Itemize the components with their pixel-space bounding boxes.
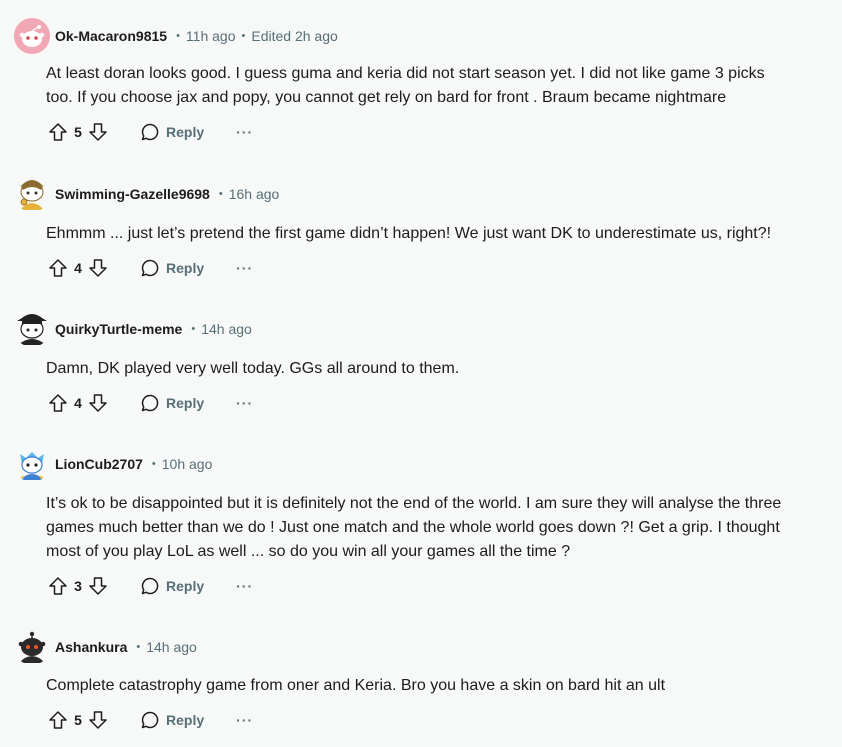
comment-thread: Ok-Macaron9815 • 11h ago • Edited 2h ago… (0, 0, 842, 747)
more-options-button[interactable]: ··· (236, 395, 253, 411)
comment-text-line: Ehmmm ... just let’s pretend the first g… (46, 225, 772, 242)
comment: Ok-Macaron9815 • 11h ago • Edited 2h ago… (0, 18, 842, 153)
more-options-button[interactable]: ··· (236, 578, 253, 594)
downvote-icon[interactable] (88, 576, 108, 596)
comment-body: Ehmmm ... just let’s pretend the first g… (46, 222, 826, 246)
meta-separator: • (151, 458, 156, 470)
comment-actions: 5 Reply ··· (48, 708, 253, 732)
vote-score: 5 (74, 124, 82, 140)
comment-actions: 4 Reply ··· (48, 391, 253, 415)
reply-button[interactable]: Reply (140, 258, 204, 278)
comment-time[interactable]: 14h ago (201, 321, 252, 337)
edited-label: Edited 2h ago (251, 28, 338, 44)
vote-controls: 5 (48, 122, 108, 142)
comment-actions: 4 Reply ··· (48, 256, 253, 280)
comment-meta: Ok-Macaron9815 • 11h ago • Edited 2h ago (14, 18, 338, 54)
more-options-button[interactable]: ··· (236, 260, 253, 276)
vote-controls: 3 (48, 576, 108, 596)
reply-button[interactable]: Reply (140, 122, 204, 142)
meta-separator: • (218, 188, 223, 200)
comment-meta: Ashankura • 14h ago (14, 629, 197, 665)
comment-author[interactable]: Ashankura (55, 639, 127, 655)
reply-label: Reply (166, 578, 205, 594)
comment-author[interactable]: Ok-Macaron9815 (55, 28, 167, 44)
avatar[interactable] (14, 446, 50, 482)
comment-body: It’s ok to be disappointed but it is def… (46, 492, 826, 564)
comment-time[interactable]: 16h ago (229, 186, 280, 202)
meta-separator: • (191, 323, 196, 335)
avatar[interactable] (14, 176, 50, 212)
comment-time[interactable]: 14h ago (146, 639, 197, 655)
comment-text-line: Damn, DK played very well today. GGs all… (46, 360, 460, 377)
vote-score: 5 (74, 712, 82, 728)
comment-bubble-icon (141, 123, 159, 141)
vote-score: 4 (74, 260, 82, 276)
avatar[interactable] (14, 311, 50, 347)
avatar[interactable] (14, 18, 50, 54)
comment-bubble-icon (141, 259, 159, 277)
downvote-icon[interactable] (88, 710, 108, 730)
upvote-icon[interactable] (48, 393, 68, 413)
more-options-button[interactable]: ··· (236, 124, 253, 140)
comment-actions: 5 Reply ··· (48, 120, 253, 144)
downvote-icon[interactable] (88, 258, 108, 278)
meta-separator: • (241, 30, 246, 42)
vote-controls: 4 (48, 393, 108, 413)
comment-text-line: At least doran looks good. I guess guma … (46, 65, 765, 82)
upvote-icon[interactable] (48, 122, 68, 142)
reply-button[interactable]: Reply (140, 576, 204, 596)
more-options-button[interactable]: ··· (236, 712, 253, 728)
reply-label: Reply (166, 712, 205, 728)
snoo-avatar-icon (14, 18, 50, 54)
comment: Swimming-Gazelle9698 • 16h ago Ehmmm ...… (0, 176, 842, 286)
reply-label: Reply (166, 260, 205, 276)
comment-text-line: too. If you choose jax and popy, you can… (46, 89, 727, 106)
upvote-icon[interactable] (48, 258, 68, 278)
comment-author[interactable]: QuirkyTurtle-meme (55, 321, 182, 337)
comment-text-line: most of you play LoL as well ... so do y… (46, 543, 571, 560)
comment-time[interactable]: 11h ago (186, 28, 236, 44)
comment: LionCub2707 • 10h ago It’s ok to be disa… (0, 446, 842, 601)
downvote-icon[interactable] (88, 393, 108, 413)
meta-separator: • (136, 641, 141, 653)
vote-score: 4 (74, 395, 82, 411)
reply-label: Reply (166, 395, 205, 411)
upvote-icon[interactable] (48, 710, 68, 730)
avatar[interactable] (14, 629, 50, 665)
comment-meta: Swimming-Gazelle9698 • 16h ago (14, 176, 279, 212)
comment-meta: QuirkyTurtle-meme • 14h ago (14, 311, 252, 347)
comment-author[interactable]: LionCub2707 (55, 456, 143, 472)
comment-body: At least doran looks good. I guess guma … (46, 62, 826, 110)
comment-text-line: It’s ok to be disappointed but it is def… (46, 495, 782, 512)
upvote-icon[interactable] (48, 576, 68, 596)
comment-bubble-icon (141, 711, 159, 729)
comment-actions: 3 Reply ··· (48, 574, 253, 598)
snoo-avatar-icon (19, 452, 45, 481)
comment-author[interactable]: Swimming-Gazelle9698 (55, 186, 210, 202)
downvote-icon[interactable] (88, 122, 108, 142)
vote-controls: 4 (48, 258, 108, 278)
comment-bubble-icon (141, 394, 159, 412)
comment-meta: LionCub2707 • 10h ago (14, 446, 212, 482)
comment: Ashankura • 14h ago Complete catastrophy… (0, 629, 842, 739)
comment-text-line: Complete catastrophy game from oner and … (46, 677, 666, 694)
snoo-avatar-icon (20, 180, 44, 210)
comment-body: Damn, DK played very well today. GGs all… (46, 357, 826, 381)
snoo-avatar-icon (17, 314, 47, 345)
vote-controls: 5 (48, 710, 108, 730)
reply-button[interactable]: Reply (140, 710, 204, 730)
comment-time[interactable]: 10h ago (162, 456, 213, 472)
comment: QuirkyTurtle-meme • 14h ago Damn, DK pla… (0, 311, 842, 421)
comment-bubble-icon (141, 577, 159, 595)
reply-label: Reply (166, 124, 205, 140)
comment-text-line: games much better than we do ! Just one … (46, 519, 780, 536)
snoo-avatar-icon (18, 631, 46, 663)
comment-body: Complete catastrophy game from oner and … (46, 674, 826, 698)
meta-separator: • (176, 30, 180, 42)
vote-score: 3 (74, 578, 82, 594)
reply-button[interactable]: Reply (140, 393, 204, 413)
